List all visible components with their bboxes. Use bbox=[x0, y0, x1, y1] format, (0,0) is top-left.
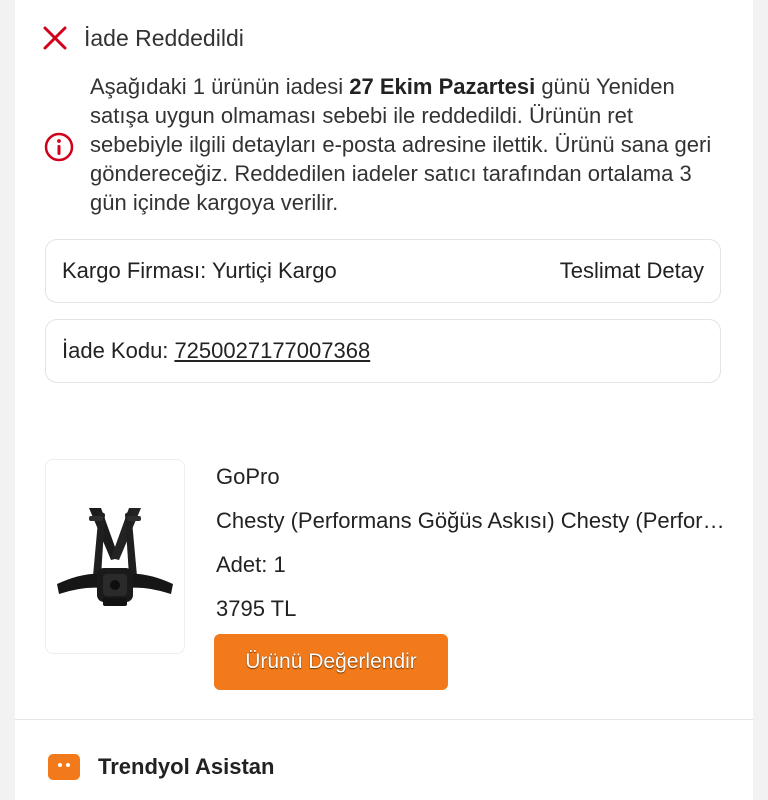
return-code-label: İade Kodu: bbox=[62, 338, 169, 363]
return-code-box: İade Kodu: 7250027177007368 bbox=[45, 319, 721, 383]
product-quantity: Adet: 1 bbox=[216, 552, 286, 577]
return-code-value[interactable]: 7250027177007368 bbox=[174, 338, 370, 364]
close-icon bbox=[43, 26, 67, 50]
status-title: İade Reddedildi bbox=[84, 24, 244, 51]
rejection-date: 27 Ekim Pazartesi bbox=[349, 74, 536, 99]
message-text-start: Aşağıdaki 1 ürünün iadesi bbox=[90, 74, 350, 99]
assistant-label: Trendyol Asistan bbox=[98, 754, 275, 779]
info-icon bbox=[44, 132, 74, 162]
cargo-company: Kargo Firması: Yurtiçi Kargo bbox=[62, 258, 337, 283]
cargo-info-box: Kargo Firması: Yurtiçi Kargo Teslimat De… bbox=[45, 239, 721, 303]
product-name[interactable]: Chesty (Performans Göğüs Askısı) Chesty … bbox=[216, 504, 731, 548]
rate-product-button[interactable]: Ürünü Değerlendir bbox=[214, 634, 448, 690]
delivery-detail-link[interactable]: Teslimat Detay bbox=[560, 258, 704, 284]
product-info: GoPro Chesty (Performans Göğüs Askısı) C… bbox=[216, 460, 731, 636]
divider bbox=[15, 719, 753, 720]
assistant-icon bbox=[48, 754, 80, 780]
return-status: İade Reddedildi bbox=[40, 20, 244, 56]
chest-harness-image bbox=[57, 507, 173, 606]
rejection-message: Aşağıdaki 1 ürünün iadesi 27 Ekim Pazart… bbox=[90, 72, 730, 217]
trendyol-assistant[interactable]: Trendyol Asistan bbox=[48, 752, 274, 782]
product-image[interactable] bbox=[45, 459, 185, 654]
product-brand[interactable]: GoPro bbox=[216, 460, 731, 504]
product-price: 3795 TL bbox=[216, 596, 297, 621]
